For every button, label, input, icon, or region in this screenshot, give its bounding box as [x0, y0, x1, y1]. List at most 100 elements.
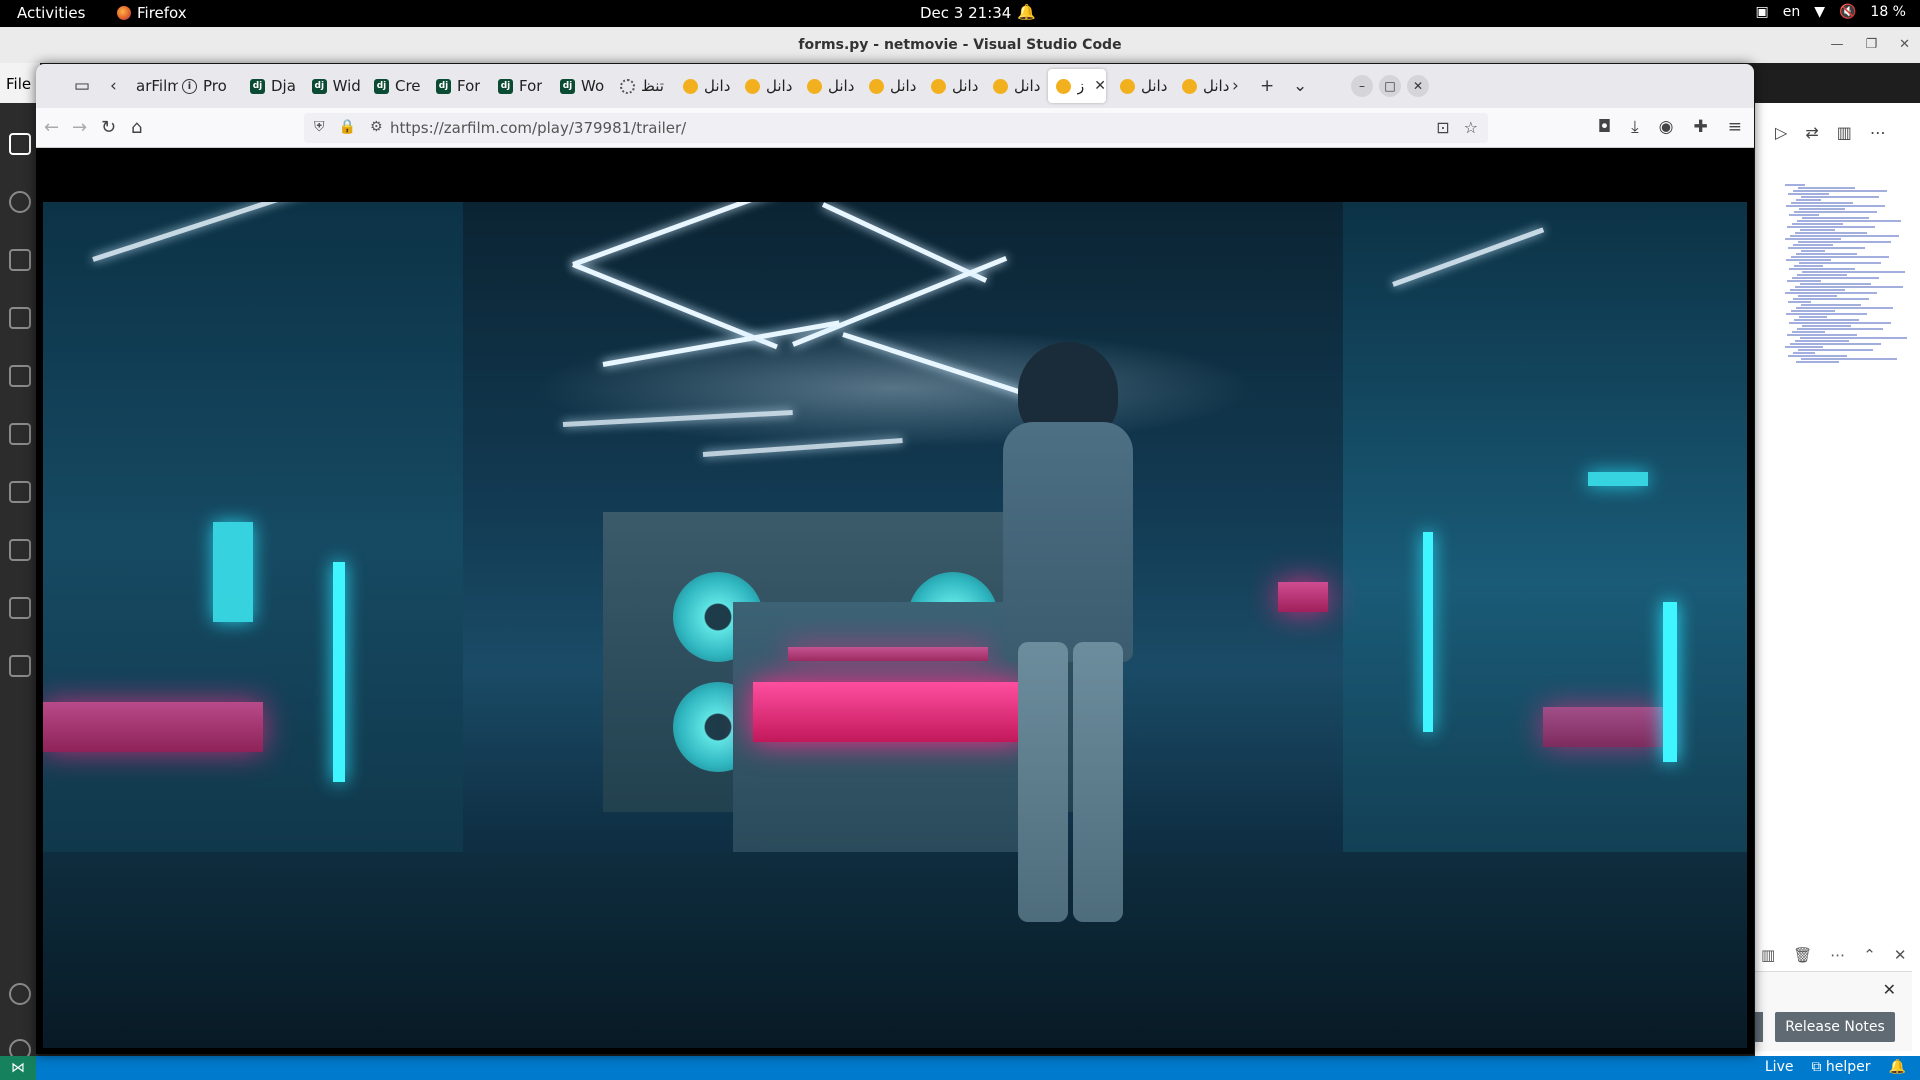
scroll-tabs-right-icon[interactable]: ›	[1232, 76, 1239, 96]
checklist-icon[interactable]	[9, 597, 31, 619]
split-terminal-icon[interactable]: ▥	[1761, 946, 1775, 964]
bookmark-star-icon[interactable]: ☆	[1464, 118, 1478, 137]
search-icon[interactable]	[9, 191, 31, 213]
notifications-bell-icon[interactable]: 🔔	[1889, 1059, 1906, 1075]
translate-icon[interactable]: ⊡	[1436, 118, 1449, 137]
minimap-line	[1793, 244, 1833, 246]
lock-icon[interactable]: 🔒	[339, 119, 356, 135]
url-bar[interactable]: ⛨ 🔒 ⚙ https://zarfilm.com/play/379981/tr…	[304, 113, 1488, 143]
firefox-view-icon[interactable]: ▭	[74, 76, 90, 96]
testing-icon[interactable]	[9, 481, 31, 503]
home-icon[interactable]: ⌂	[131, 117, 142, 138]
forward-icon[interactable]: →	[72, 117, 87, 138]
app-menu[interactable]: Firefox	[117, 4, 187, 22]
browser-tab[interactable]: تنظ	[612, 69, 668, 103]
minimap-line	[1798, 349, 1873, 351]
close-icon[interactable]: ✕	[1899, 27, 1910, 63]
browser-tab[interactable]: dj Wo	[552, 69, 608, 103]
live-server-status[interactable]: Live	[1765, 1059, 1794, 1075]
minimap-line	[1796, 307, 1893, 309]
chat-icon[interactable]	[9, 655, 31, 677]
minimap-line	[1790, 343, 1881, 345]
notification-secondary-button[interactable]	[1755, 1012, 1763, 1042]
downloads-icon[interactable]: ⤓	[1631, 117, 1639, 137]
compare-icon[interactable]: ⇄	[1805, 123, 1818, 142]
split-editor-icon[interactable]: ▥	[1837, 123, 1852, 142]
run-debug-icon[interactable]	[9, 307, 31, 329]
restore-icon[interactable]: ❐	[1865, 27, 1877, 63]
more-icon[interactable]: ⋯	[1830, 946, 1845, 964]
permissions-icon[interactable]: ⚙	[370, 119, 383, 135]
run-icon[interactable]: ▷	[1775, 123, 1787, 142]
minimap-line	[1801, 304, 1861, 306]
reload-icon[interactable]: ↻	[101, 117, 116, 138]
browser-tab[interactable]: دانل	[985, 69, 1041, 103]
close-icon[interactable]: ✕	[1883, 980, 1896, 999]
explorer-icon[interactable]	[9, 133, 31, 155]
list-all-tabs-icon[interactable]: ⌄	[1293, 76, 1307, 96]
url-text[interactable]: https://zarfilm.com/play/379981/trailer/	[390, 119, 686, 137]
new-tab-icon[interactable]: +	[1260, 76, 1274, 96]
browser-tab[interactable]: dj For	[490, 69, 546, 103]
trash-icon[interactable]: 🗑	[1793, 946, 1812, 964]
minimap-line	[1802, 217, 1869, 219]
helper-label: helper	[1825, 1059, 1871, 1075]
browser-tab[interactable]: دانل	[1174, 69, 1230, 103]
browser-tab[interactable]: دانل	[737, 69, 793, 103]
docker-icon[interactable]	[9, 539, 31, 561]
remote-explorer-icon[interactable]	[9, 423, 31, 445]
extensions-icon[interactable]	[9, 365, 31, 387]
keyboard-language[interactable]: en	[1783, 4, 1801, 20]
scroll-tabs-left-icon[interactable]: ‹	[110, 76, 117, 96]
browser-tab[interactable]: دانل	[1112, 69, 1168, 103]
activities-button[interactable]: Activities	[17, 4, 85, 22]
close-panel-icon[interactable]: ✕	[1894, 946, 1907, 964]
tab-label: دانل	[890, 77, 917, 95]
browser-tab[interactable]: dj Dja	[242, 69, 298, 103]
figure-leg-left	[1018, 642, 1068, 922]
browser-tab[interactable]: dj For	[428, 69, 484, 103]
browser-tab[interactable]: دانل	[923, 69, 979, 103]
app-menu-icon[interactable]: ≡	[1728, 117, 1742, 137]
notification-bell-icon[interactable]: 🔔	[1017, 3, 1036, 21]
system-tray[interactable]: ▣ en ▼ 🔇 18 %	[1755, 4, 1906, 20]
more-actions-icon[interactable]: ⋯	[1870, 123, 1886, 142]
clock[interactable]: Dec 3 21:34	[920, 4, 1011, 22]
trailer-video-player[interactable]	[43, 202, 1747, 1048]
browser-tab[interactable]: dj Cre	[366, 69, 422, 103]
vscode-menu-file[interactable]: File	[0, 63, 40, 103]
browser-tab[interactable]: ز ✕	[1048, 69, 1106, 103]
minimap-line	[1792, 277, 1879, 279]
remote-indicator-icon[interactable]: ⋈	[0, 1056, 36, 1080]
minimap-line	[1799, 262, 1881, 264]
close-tab-icon[interactable]: ✕	[1094, 78, 1106, 94]
extensions-icon[interactable]: ✚	[1694, 117, 1708, 137]
tracking-shield-icon[interactable]: ⛨	[314, 119, 325, 135]
chevron-up-icon[interactable]: ⌃	[1863, 946, 1876, 964]
tab-label: Pro	[203, 77, 227, 95]
browser-tab[interactable]: arFilm	[128, 69, 178, 103]
minimap-line	[1801, 250, 1825, 252]
browser-tab[interactable]: dj Wid	[304, 69, 360, 103]
minimap-line	[1785, 292, 1877, 294]
minimize-icon[interactable]: —	[1830, 27, 1843, 63]
minimap-line	[1797, 328, 1883, 330]
browser-tab[interactable]: دانل	[799, 69, 855, 103]
close-window-button[interactable]: ✕	[1407, 75, 1429, 97]
back-icon[interactable]: ←	[44, 117, 59, 138]
minimap[interactable]	[1785, 183, 1910, 433]
django-favicon-icon: dj	[436, 78, 451, 94]
browser-tab[interactable]: دانل	[861, 69, 917, 103]
wifi-icon: ▼	[1814, 4, 1825, 20]
browser-tab[interactable]: i Pro	[174, 69, 232, 103]
maximize-window-button[interactable]: □	[1379, 75, 1401, 97]
minimap-line	[1786, 205, 1885, 207]
browser-tab[interactable]: دانل	[675, 69, 731, 103]
account-icon[interactable]: ◉	[1659, 117, 1674, 137]
pocket-icon[interactable]: ◘	[1598, 117, 1611, 137]
account-icon[interactable]	[9, 983, 31, 1005]
source-control-icon[interactable]	[9, 249, 31, 271]
helper-status[interactable]: ⧉ helper	[1811, 1059, 1870, 1075]
release-notes-button[interactable]: Release Notes	[1775, 1012, 1895, 1042]
minimize-window-button[interactable]: –	[1351, 75, 1373, 97]
